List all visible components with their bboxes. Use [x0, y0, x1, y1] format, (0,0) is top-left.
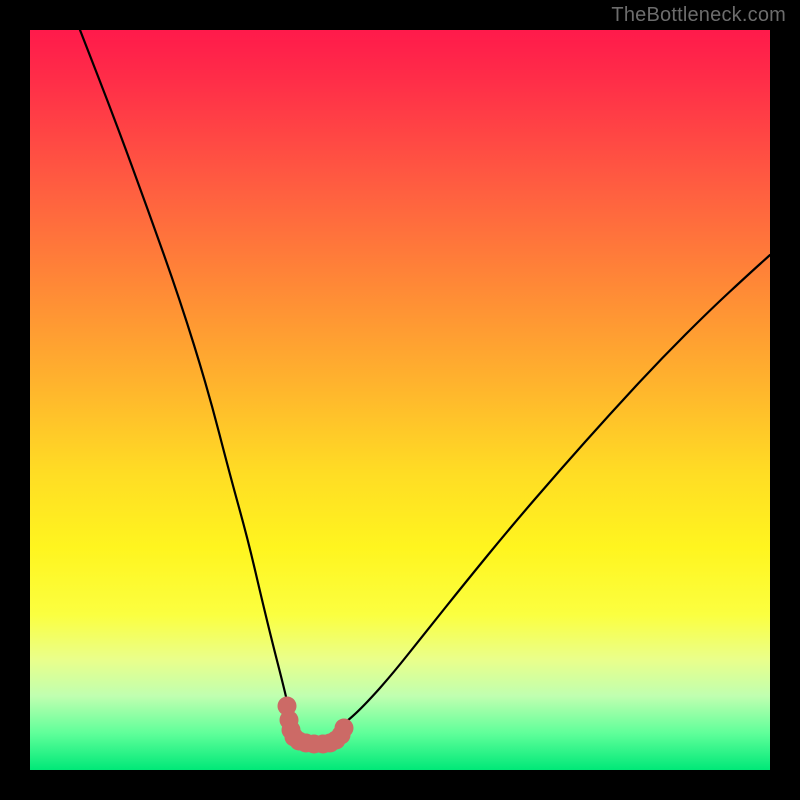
curve-left-branch [80, 30, 291, 720]
plot-area [30, 30, 770, 770]
bottom-marker-band [278, 697, 354, 754]
chart-frame: TheBottleneck.com [0, 0, 800, 800]
watermark-text: TheBottleneck.com [611, 4, 786, 27]
curve-right-branch [340, 255, 770, 727]
chart-svg [30, 30, 770, 770]
marker-dot [335, 719, 354, 738]
